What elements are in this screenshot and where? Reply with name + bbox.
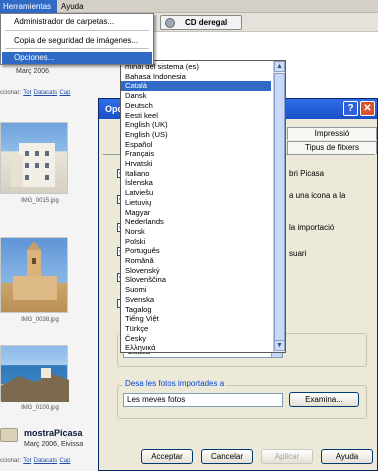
language-option[interactable]: Polski [121,237,271,247]
language-option[interactable]: Česky [121,334,271,344]
language-option[interactable]: Íslenska [121,178,271,188]
language-option[interactable]: Türkçe [121,324,271,334]
select-all-link[interactable]: Tot [23,90,31,96]
help-icon[interactable]: ? [343,101,358,116]
language-option[interactable]: Lietuvių [121,198,271,208]
photo-thumbnail[interactable] [0,237,68,313]
import-folder-label: Desa les fotos importades a [123,379,227,388]
photo-thumbnail[interactable] [0,122,68,194]
language-option[interactable]: Dansk [121,91,271,101]
language-option[interactable]: Hrvatski [121,159,271,169]
language-option[interactable]: Nederlands [121,217,271,227]
language-option[interactable]: Română [121,256,271,266]
building-photo [11,143,55,187]
import-path-field[interactable]: Les meves fotos [123,393,283,407]
church-photo [13,241,57,300]
tab-tipus-fitxers[interactable]: Tipus de fitxers [287,141,377,154]
language-option[interactable]: Italiano [121,169,271,179]
selection-label: ccionar: [0,90,22,96]
menu-ayuda[interactable]: Ayuda [58,0,98,13]
selection-label: ccionar: [0,458,22,464]
cd-gift-button[interactable]: CD deregal [160,15,242,30]
select-dated-link[interactable]: Datacats [34,90,58,96]
language-option[interactable]: Slovenščina [121,275,271,285]
photo-filename: IMG_0015.jpg [21,198,59,204]
menu-item-folder-manager[interactable]: Administrador de carpetas... [2,16,152,28]
import-path-value: Les meves fotos [127,395,186,404]
scrollbar-thumb[interactable] [274,73,285,347]
help-button[interactable]: Ayuda [321,449,373,464]
language-option[interactable]: Svenska [121,295,271,305]
language-option[interactable]: Español [121,140,271,150]
menu-herramientas[interactable]: Herramientas [0,0,57,13]
language-option[interactable]: Norsk [121,227,271,237]
language-option[interactable]: Tagalog [121,305,271,315]
tab-impressio[interactable]: Impressió [287,127,377,140]
selection-bar: ccionar: Tot Datacats Cap [0,455,70,464]
selection-bar: ccionar: Tot Datacats Cap [0,87,70,96]
coast-photo [1,368,69,402]
menu-item-options[interactable]: Opciones... [2,52,152,64]
scroll-up-icon[interactable]: ▲ [274,61,285,72]
close-icon[interactable]: ✕ [360,101,375,116]
language-option[interactable]: Magyar [121,208,271,218]
select-none-link[interactable]: Cap [59,90,70,96]
option-text: la importació [289,223,335,232]
herramientas-menu: Administrador de carpetas... Copia de se… [0,13,154,65]
option-text: a una icona a la [289,191,346,200]
language-option[interactable]: Bahasa Indonesia [121,72,271,82]
language-option[interactable]: Português [121,246,271,256]
language-option[interactable]: English (UK) [121,120,271,130]
option-text: bri Picasa [289,169,325,178]
cd-icon [165,18,175,28]
folder-title[interactable]: mostraPicasa [24,428,83,438]
language-listbox[interactable]: minal del sistema (es) Bahasa Indonesia Ca… [120,60,286,353]
cancel-button[interactable]: Cancelar [201,449,253,464]
language-option[interactable]: Ελληνικά [121,343,271,353]
scroll-down-icon[interactable]: ▼ [274,340,285,351]
folder-date: Març 2006 [16,68,50,75]
language-option[interactable]: Suomi [121,285,271,295]
folder-date: Març 2006, Eivissa [24,441,84,448]
menu-separator [5,30,149,31]
photo-thumbnail[interactable] [0,345,69,402]
accept-button[interactable]: Acceptar [141,449,193,464]
language-option[interactable]: Français [121,149,271,159]
menu-bar: Herramientas Ayuda [0,0,378,13]
language-option[interactable]: Català [121,81,271,92]
select-dated-link[interactable]: Datacats [34,458,58,464]
photo-filename: IMG_0038.jpg [21,317,59,323]
language-option[interactable]: Slovenský [121,266,271,276]
apply-button[interactable]: Aplicar [261,449,313,464]
language-option[interactable]: Deutsch [121,101,271,111]
language-option[interactable]: Tiếng Việt [121,314,271,324]
scrollbar[interactable]: ▲ ▼ [273,61,285,352]
select-none-link[interactable]: Cap [59,458,70,464]
folder-icon [0,428,18,442]
language-option[interactable]: Latviešu [121,188,271,198]
menu-item-backup[interactable]: Copia de seguridad de imágenes... [2,35,152,47]
language-option[interactable]: Eesti keel [121,111,271,121]
browse-button[interactable]: Examina... [289,392,359,407]
menu-separator [5,48,149,49]
cd-gift-label: CD deregal [185,18,228,27]
option-text: suari [289,249,307,258]
select-all-link[interactable]: Tot [23,458,31,464]
photo-filename: IMG_0100.jpg [21,405,59,411]
language-option[interactable]: English (US) [121,130,271,140]
